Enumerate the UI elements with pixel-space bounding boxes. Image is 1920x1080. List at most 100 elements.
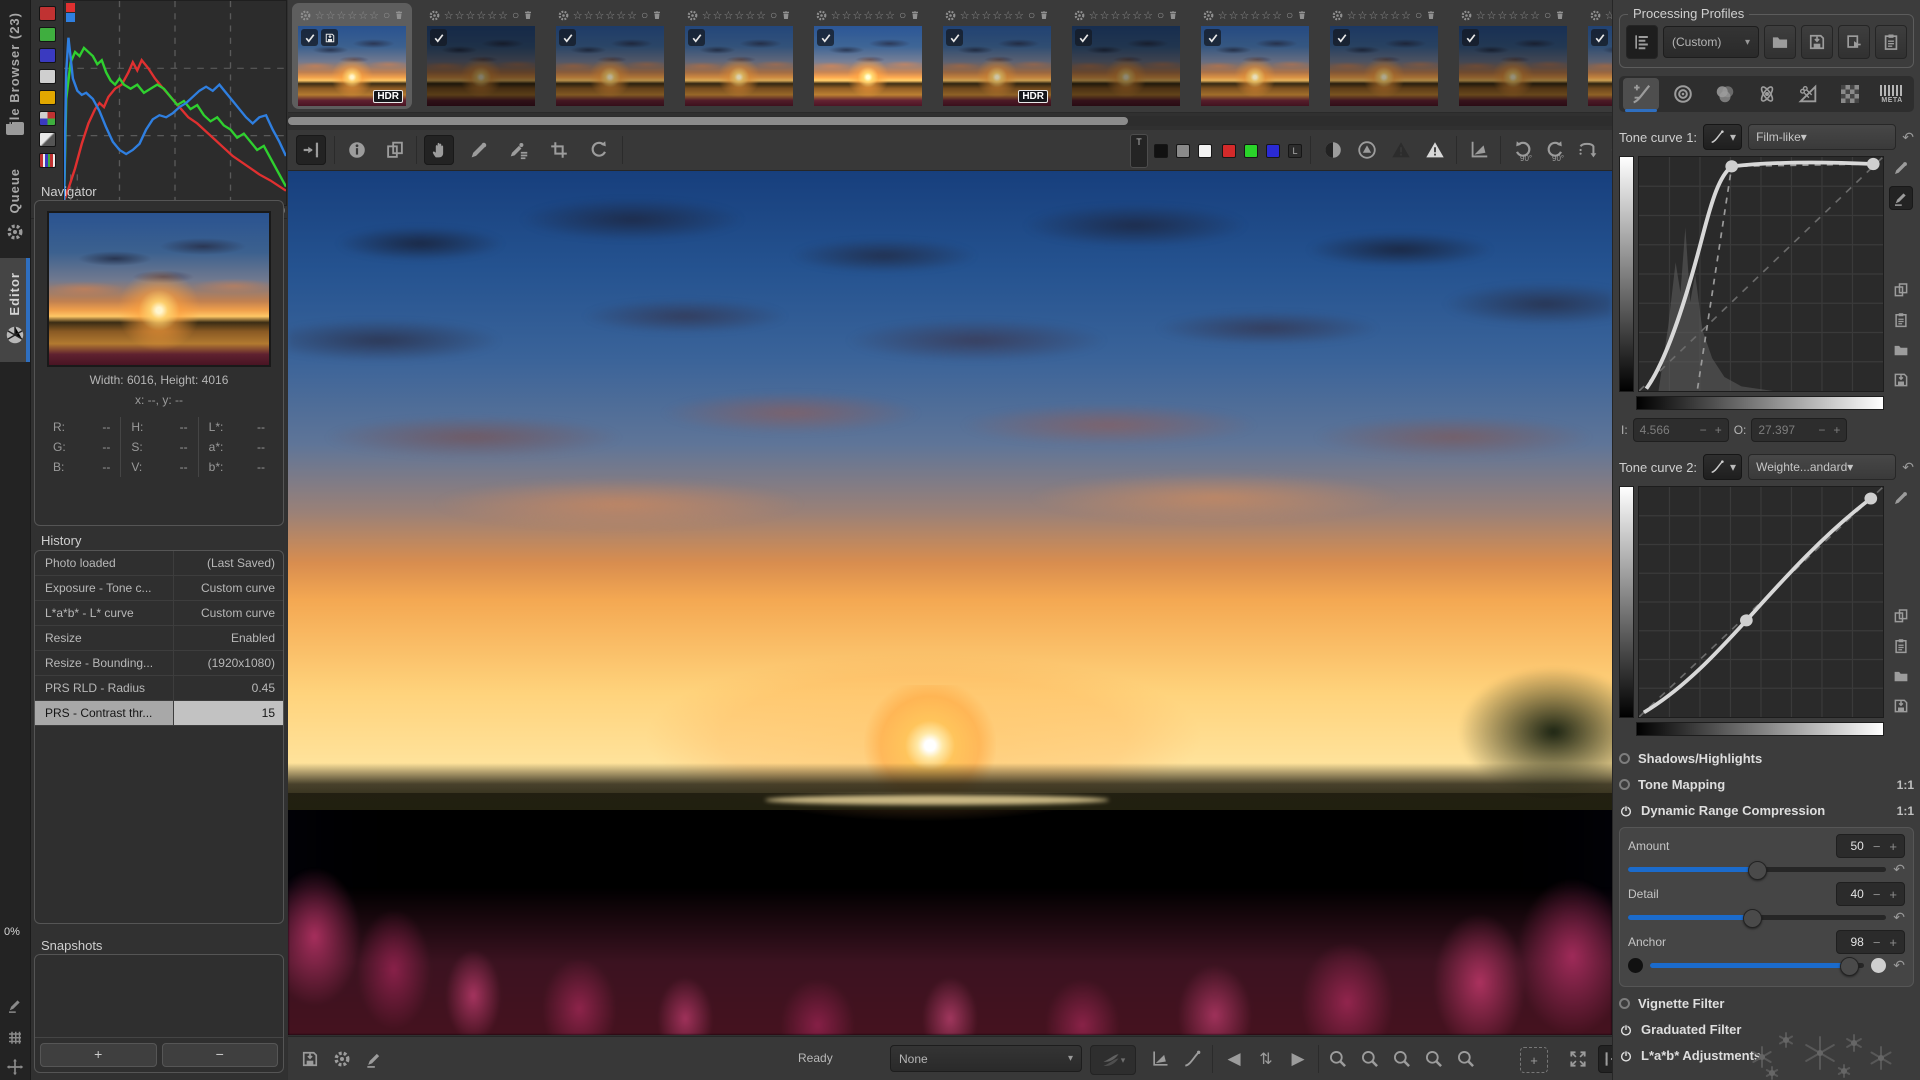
- slider-value-spinner[interactable]: 98− +: [1835, 930, 1905, 954]
- slider-value-spinner[interactable]: 50− +: [1835, 834, 1905, 858]
- remove-snapshot-button[interactable]: −: [161, 1043, 278, 1067]
- tool-section-header[interactable]: Dynamic Range Compression 1:1: [1619, 798, 1914, 823]
- tool-section-header[interactable]: Tone Mapping 1:1: [1619, 772, 1914, 797]
- check-icon[interactable]: [1204, 29, 1221, 46]
- slider-value-spinner[interactable]: 40− +: [1835, 882, 1905, 906]
- add-snapshot-button[interactable]: +: [40, 1043, 157, 1067]
- profile-fill-mode-button[interactable]: [1626, 25, 1658, 59]
- color-picker-button[interactable]: [464, 135, 494, 165]
- lockable-picker-button[interactable]: [504, 135, 534, 165]
- check-icon[interactable]: [946, 29, 963, 46]
- filmstrip-thumbnail[interactable]: ☆☆☆☆☆☆ ○: [1453, 3, 1573, 109]
- history-row[interactable]: Photo loaded (Last Saved): [35, 551, 283, 576]
- gear-icon[interactable]: [686, 9, 699, 22]
- tab-file-browser[interactable]: File Browser (23): [7, 12, 22, 134]
- curve-type-2-dropdown[interactable]: ▾: [1703, 454, 1743, 480]
- tool-section-header[interactable]: Vignette Filter: [1619, 991, 1914, 1016]
- trash-icon[interactable]: [651, 9, 663, 21]
- history-row[interactable]: Resize - Bounding... (1920x1080): [35, 651, 283, 676]
- histogram-chroma-toggle[interactable]: [39, 90, 56, 105]
- filmstrip-scrollbar[interactable]: [288, 116, 1612, 126]
- rating-stars[interactable]: ☆☆☆☆☆☆: [960, 9, 1025, 22]
- new-crop-window-button[interactable]: +: [1520, 1047, 1548, 1073]
- history-row[interactable]: PRS RLD - Radius 0.45: [35, 676, 283, 701]
- gamut-check-button[interactable]: [1352, 135, 1382, 165]
- color-label-icon[interactable]: ○: [641, 8, 648, 22]
- rendering-intent-dropdown[interactable]: ▾: [1090, 1045, 1136, 1075]
- bg-gray-swatch[interactable]: [1176, 144, 1190, 158]
- check-icon[interactable]: [817, 29, 834, 46]
- color-label-icon[interactable]: ○: [899, 8, 906, 22]
- thumbnail-image[interactable]: HDR: [298, 26, 406, 106]
- black-point-dot[interactable]: [1628, 957, 1643, 973]
- tool-section-header[interactable]: Shadows/Highlights: [1619, 746, 1914, 771]
- histogram-barmode-toggle[interactable]: [39, 153, 56, 168]
- check-icon[interactable]: [301, 29, 318, 46]
- check-icon[interactable]: [1591, 29, 1608, 46]
- thumbnail-image[interactable]: [814, 26, 922, 106]
- rating-stars[interactable]: ☆☆☆☆☆☆: [1605, 9, 1612, 22]
- before-after-button[interactable]: [380, 135, 410, 165]
- color-label-icon[interactable]: ○: [512, 8, 519, 22]
- load-curve-icon[interactable]: [1889, 664, 1913, 688]
- check-icon[interactable]: [1075, 29, 1092, 46]
- trash-icon[interactable]: [1167, 9, 1179, 21]
- rating-stars[interactable]: ☆☆☆☆☆☆: [702, 9, 767, 22]
- rating-stars[interactable]: ☆☆☆☆☆☆: [573, 9, 638, 22]
- reset-slider-icon[interactable]: ↶: [1893, 861, 1905, 878]
- fullscreen-button[interactable]: [1564, 1045, 1592, 1073]
- copy-curve-icon[interactable]: [1889, 604, 1913, 628]
- thumbnail-image[interactable]: [1588, 26, 1612, 106]
- gear-icon[interactable]: [1589, 9, 1602, 22]
- trash-icon[interactable]: [393, 9, 405, 21]
- paste-curve-icon[interactable]: [1889, 308, 1913, 332]
- histogram-blue-toggle[interactable]: [39, 48, 56, 63]
- histogram-green-toggle[interactable]: [39, 27, 56, 42]
- curve-1-point[interactable]: [1866, 157, 1880, 171]
- history-row[interactable]: Resize Enabled: [35, 626, 283, 651]
- hand-tool-button[interactable]: [424, 135, 454, 165]
- sync-filebrowser-button[interactable]: ⇅: [1252, 1045, 1280, 1073]
- rating-stars[interactable]: ☆☆☆☆☆☆: [1089, 9, 1154, 22]
- gear-icon[interactable]: [299, 9, 312, 22]
- trash-icon[interactable]: [1038, 9, 1050, 21]
- filmstrip-thumbnail[interactable]: ☆☆☆☆☆☆ ○: [808, 3, 928, 109]
- red-channel-preview[interactable]: [1222, 144, 1236, 158]
- curve-mode-1-dropdown[interactable]: Film-like ▾: [1748, 124, 1897, 150]
- tool-section-header[interactable]: Graduated Filter: [1619, 1017, 1914, 1042]
- highlight-clipping-button[interactable]: [1420, 135, 1450, 165]
- rating-stars[interactable]: ☆☆☆☆☆☆: [444, 9, 509, 22]
- output-value-spinner[interactable]: 27.397− +: [1751, 418, 1848, 442]
- bg-white-swatch[interactable]: [1198, 144, 1212, 158]
- tab-advanced[interactable]: [1749, 78, 1785, 110]
- tab-color[interactable]: [1707, 78, 1743, 110]
- input-value-spinner[interactable]: 4.566− +: [1632, 418, 1729, 442]
- preview-profile-button[interactable]: [1464, 135, 1494, 165]
- zoom-fit-button[interactable]: [1420, 1045, 1448, 1073]
- zoom-out-button[interactable]: −: [1324, 1045, 1352, 1073]
- curve-2-point[interactable]: [1864, 492, 1878, 505]
- slider-thumb[interactable]: [1742, 908, 1762, 928]
- copy-curve-icon[interactable]: [1889, 278, 1913, 302]
- save-profile-button[interactable]: [1801, 25, 1833, 59]
- history-row[interactable]: Exposure - Tone c... Custom curve: [35, 576, 283, 601]
- check-icon[interactable]: [559, 29, 576, 46]
- power-off-icon[interactable]: [1619, 779, 1630, 790]
- tab-raw[interactable]: [1832, 78, 1868, 110]
- gear-icon[interactable]: [428, 9, 441, 22]
- thumbnail-image[interactable]: [1072, 26, 1180, 106]
- white-point-dot[interactable]: [1871, 957, 1887, 973]
- luminosity-preview[interactable]: L: [1288, 144, 1302, 158]
- gear-icon[interactable]: [1073, 9, 1086, 22]
- curve-type-1-dropdown[interactable]: ▾: [1703, 124, 1743, 150]
- thumbnail-image[interactable]: [1330, 26, 1438, 106]
- tab-metadata[interactable]: META: [1874, 78, 1910, 110]
- slider-track[interactable]: [1628, 860, 1887, 880]
- main-image-canvas[interactable]: [288, 171, 1612, 1035]
- power-off-icon[interactable]: [1619, 998, 1630, 1009]
- edit-point-icon[interactable]: [1889, 156, 1913, 180]
- power-on-icon[interactable]: [1619, 804, 1633, 818]
- tab-editor[interactable]: Editor: [7, 272, 22, 316]
- thumbnail-image[interactable]: [685, 26, 793, 106]
- load-profile-button[interactable]: [1764, 25, 1796, 59]
